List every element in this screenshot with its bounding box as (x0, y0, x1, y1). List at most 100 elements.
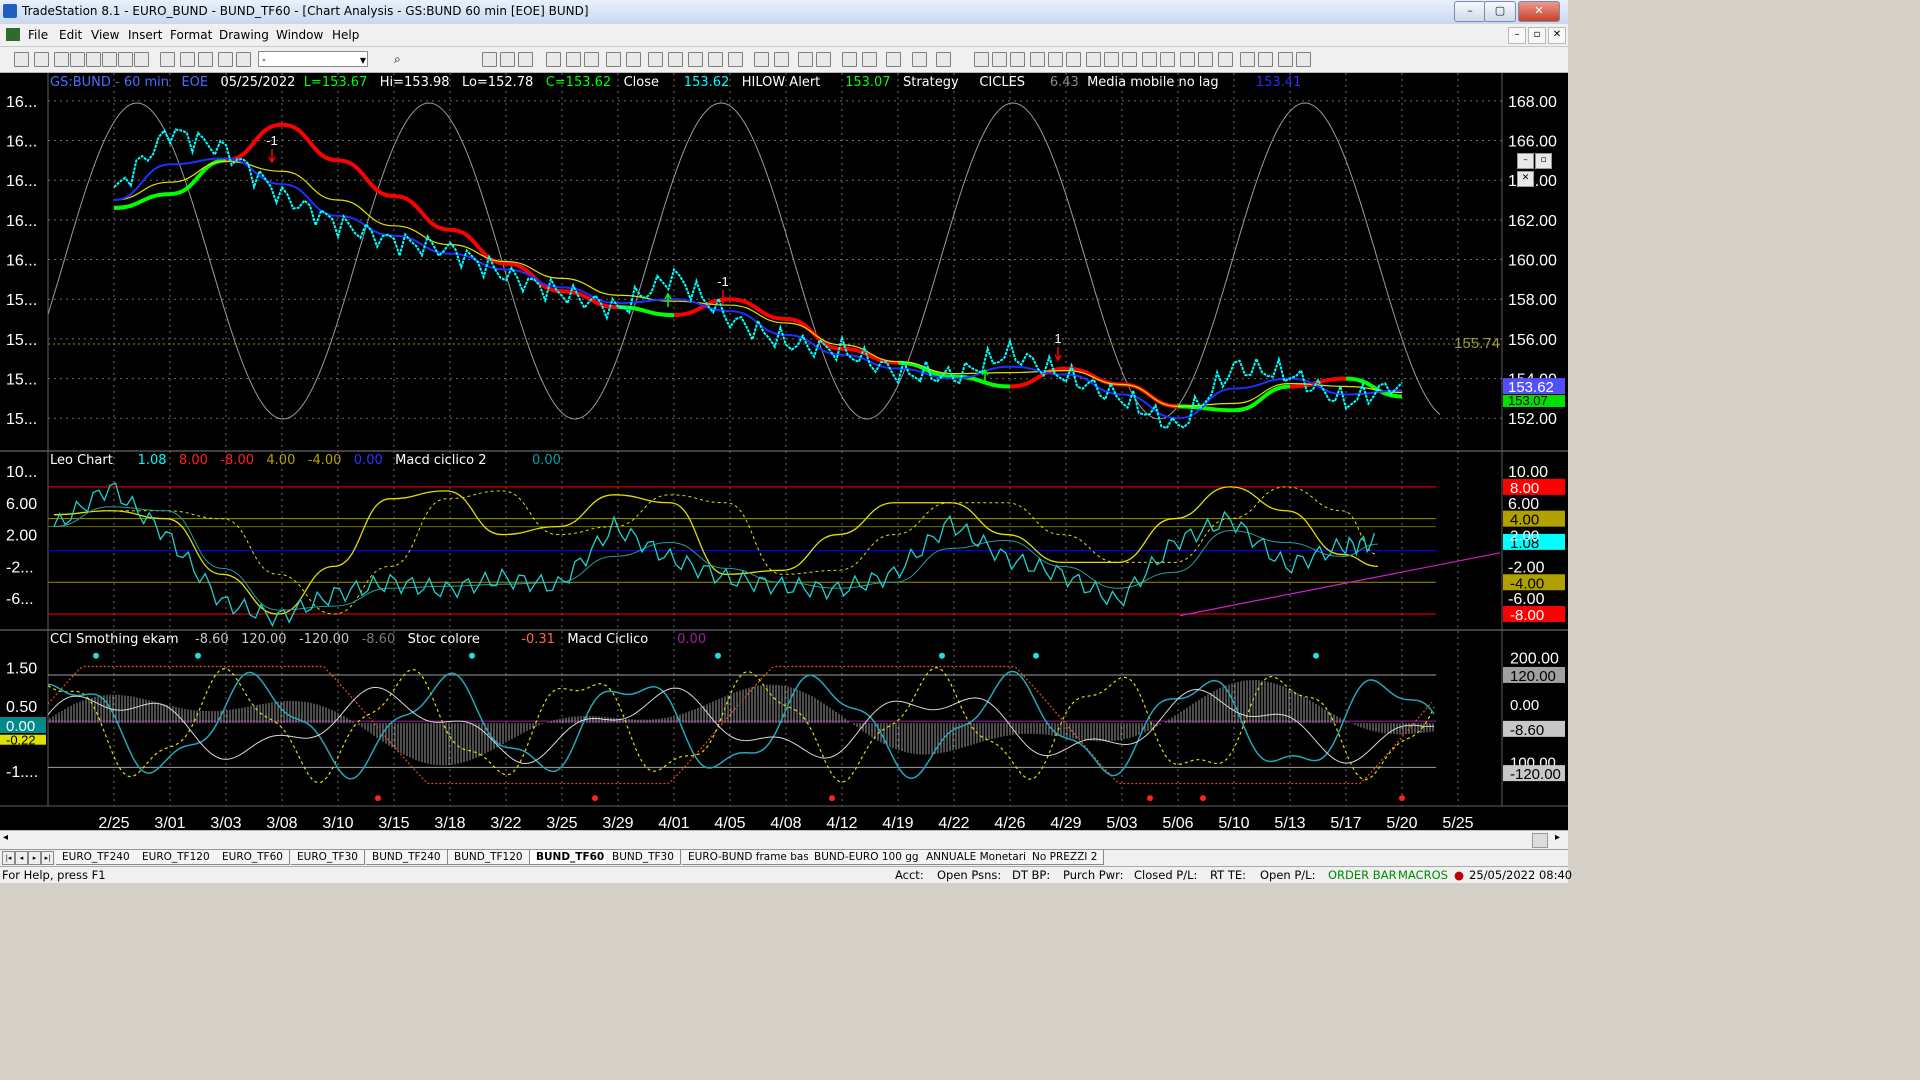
save-icon[interactable] (54, 52, 69, 67)
menu-window[interactable]: Window (276, 28, 323, 42)
levels-icon[interactable] (1010, 52, 1025, 67)
menu-drawing[interactable]: Drawing (219, 28, 269, 42)
tab-annuale-monetari[interactable]: ANNUALE Monetari (920, 850, 1033, 865)
pointer-icon[interactable] (842, 52, 857, 67)
tab-next-icon[interactable]: ▸ (28, 851, 41, 865)
fib-a-icon[interactable] (1030, 52, 1045, 67)
chart-analysis-window[interactable]: 2/25 3/01 3/03 3/08 3/10 3/15 3/18 3/22 3/25 3/29… (0, 73, 1568, 830)
window-c-icon[interactable] (518, 52, 533, 67)
open-icon[interactable] (34, 52, 49, 67)
x-tick-label: 4/12 (826, 815, 857, 830)
chart-restore-button[interactable]: ▫ (1535, 153, 1552, 169)
maximize-button[interactable]: ▢ (1484, 1, 1516, 22)
insert-grid-icon[interactable] (180, 52, 195, 67)
down-arrow-icon[interactable] (1218, 52, 1233, 67)
paste-icon[interactable] (118, 52, 133, 67)
menu-format[interactable]: Format (170, 28, 212, 42)
horizontal-scrollbar[interactable]: ◂ ▸ (0, 830, 1568, 849)
scrollbar-thumb[interactable] (1532, 833, 1548, 848)
study-c-icon[interactable] (648, 52, 663, 67)
tab-euro-tf30[interactable]: EURO_TF30 (291, 850, 365, 865)
link-c-icon[interactable] (584, 52, 599, 67)
save-all-icon[interactable] (70, 52, 85, 67)
menu-view[interactable]: View (91, 28, 119, 42)
close-button[interactable]: ✕ (1518, 1, 1560, 22)
trendline-icon[interactable] (974, 52, 989, 67)
fib-e-icon[interactable] (1104, 52, 1119, 67)
tab-first-icon[interactable]: |◂ (2, 851, 15, 865)
status-macros[interactable]: MACROS (1398, 868, 1448, 882)
menu-file[interactable]: File (28, 28, 48, 42)
status-order-bar[interactable]: ORDER BAR (1328, 868, 1397, 882)
tab-bund-tf240[interactable]: BUND_TF240 (366, 850, 448, 865)
toolbar-combo[interactable]: - ▼ (258, 51, 368, 67)
symbol-link-icon[interactable] (236, 52, 251, 67)
tab-prev-icon[interactable]: ◂ (15, 851, 28, 865)
tab-last-icon[interactable]: ▸| (41, 851, 54, 865)
copy-icon[interactable] (102, 52, 117, 67)
study-b-icon[interactable] (626, 52, 641, 67)
zoom-out-icon[interactable] (816, 52, 831, 67)
options-icon[interactable] (936, 52, 951, 67)
link-a-icon[interactable] (546, 52, 561, 67)
cci-v3: -120.00 (298, 632, 350, 647)
channel-icon[interactable] (1142, 52, 1157, 67)
fib-c-icon[interactable] (1066, 52, 1081, 67)
tools-icon[interactable] (886, 52, 901, 67)
scroll-right-icon[interactable]: ▸ (1555, 832, 1560, 843)
tab-bund-tf120[interactable]: BUND_TF120 (448, 850, 530, 865)
tab-bund-euro-100-gg[interactable]: BUND-EURO 100 gg (808, 850, 926, 865)
arrow-icon[interactable] (1122, 52, 1137, 67)
data-window-icon[interactable] (862, 52, 877, 67)
tab-bund-tf60[interactable]: BUND_TF60 (530, 850, 612, 865)
tab-bund-tf30[interactable]: BUND_TF30 (606, 850, 681, 865)
tab-no-prezzi-2[interactable]: No PREZZI 2 (1026, 850, 1105, 865)
tab-euro-tf120[interactable]: EURO_TF120 (136, 850, 217, 865)
cut-icon[interactable] (86, 52, 101, 67)
pen-icon[interactable] (1180, 52, 1195, 67)
scroll-b-icon[interactable] (774, 52, 789, 67)
zoom-in-icon[interactable] (798, 52, 813, 67)
chart-window-controls: – ▫✕ (1516, 151, 1568, 187)
new-icon[interactable] (14, 52, 29, 67)
chart-window-icon[interactable] (6, 28, 20, 41)
menu-insert[interactable]: Insert (128, 28, 162, 42)
mdi-minimize-button[interactable]: – (1508, 27, 1526, 44)
window-b-icon[interactable] (500, 52, 515, 67)
menu-help[interactable]: Help (332, 28, 359, 42)
minimize-button[interactable]: – (1454, 1, 1486, 22)
lock-icon[interactable] (198, 52, 213, 67)
tab-euro-tf60[interactable]: EURO_TF60 (216, 850, 290, 865)
mdi-close-button[interactable]: ✕ (1548, 27, 1566, 44)
window-a-icon[interactable] (482, 52, 497, 67)
find-icon[interactable]: ⌕ (394, 52, 401, 67)
chart-close-button[interactable]: ✕ (1517, 171, 1534, 187)
print-icon[interactable] (134, 52, 149, 67)
bar-d-icon[interactable] (728, 52, 743, 67)
bar-c-icon[interactable] (708, 52, 723, 67)
up-arrow-icon[interactable] (1240, 52, 1255, 67)
scroll-a-icon[interactable] (754, 52, 769, 67)
drawing-icon[interactable] (218, 52, 233, 67)
bar-a-icon[interactable] (668, 52, 683, 67)
bar-b-icon[interactable] (688, 52, 703, 67)
rectangle-icon[interactable] (1278, 52, 1293, 67)
ellipse-icon[interactable] (1258, 52, 1273, 67)
link-b-icon[interactable] (566, 52, 581, 67)
mdi-restore-button[interactable]: ▫ (1528, 27, 1546, 44)
arc-icon[interactable] (1198, 52, 1213, 67)
chart-canvas[interactable]: 2/25 3/01 3/03 3/08 3/10 3/15 3/18 3/22 3/25 3/29… (0, 73, 1568, 830)
chart-minimize-button[interactable]: – (1517, 153, 1534, 169)
insert-chart-icon[interactable] (160, 52, 175, 67)
tab-euro-bund-frame-bassi[interactable]: EURO-BUND frame bassi (682, 850, 825, 865)
tab-euro-tf240[interactable]: EURO_TF240 (56, 850, 137, 865)
text-icon[interactable] (1296, 52, 1311, 67)
menu-edit[interactable]: Edit (59, 28, 82, 42)
fib-d-icon[interactable] (1086, 52, 1101, 67)
study-a-icon[interactable] (606, 52, 621, 67)
alerts-icon[interactable] (912, 52, 927, 67)
fib-b-icon[interactable] (1048, 52, 1063, 67)
cycle-icon[interactable] (1160, 52, 1175, 67)
scroll-left-icon[interactable]: ◂ (3, 832, 8, 843)
bars-icon[interactable] (992, 52, 1007, 67)
